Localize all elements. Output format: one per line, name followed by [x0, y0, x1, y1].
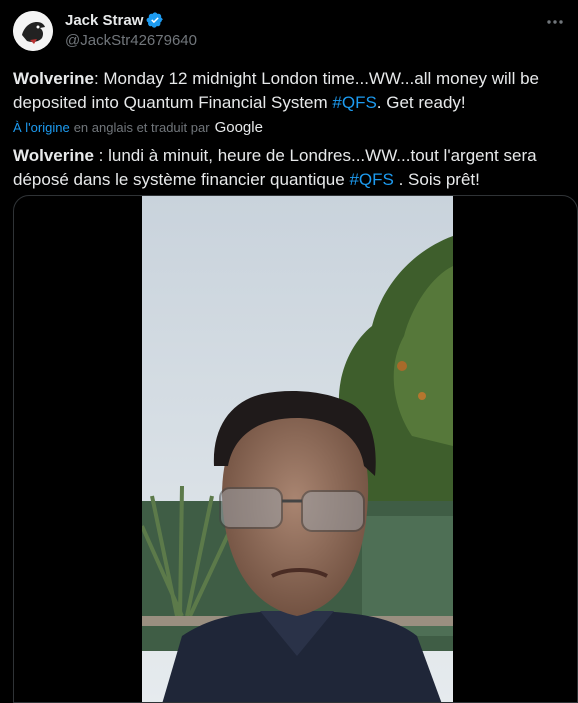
translated-tail: . Sois prêt!: [393, 170, 480, 189]
hashtag-link-translated[interactable]: #QFS: [349, 170, 393, 189]
video-player[interactable]: [13, 195, 578, 703]
video-thumbnail: [142, 196, 453, 702]
author-handle[interactable]: @JackStr42679640: [65, 32, 197, 49]
original-tail: . Get ready!: [376, 93, 466, 112]
original-lead: Wolverine: [13, 69, 94, 88]
author-name-row: Jack Straw: [65, 11, 164, 29]
verified-badge-icon: [146, 12, 164, 28]
author-avatar[interactable]: [13, 11, 53, 51]
more-options-icon[interactable]: [545, 12, 565, 32]
raven-avatar-icon: [13, 11, 53, 51]
hashtag-link[interactable]: #QFS: [332, 93, 376, 112]
video-frame-image: [142, 196, 453, 702]
tweet-header: Jack Straw @JackStr42679640: [13, 10, 565, 52]
show-original-link[interactable]: À l'origine: [13, 120, 70, 135]
tweet-translated-text: Wolverine : lundi à minuit, heure de Lon…: [13, 144, 573, 192]
author-display-name[interactable]: Jack Straw: [65, 12, 143, 29]
tweet-original-text: Wolverine: Monday 12 midnight London tim…: [13, 67, 573, 115]
translation-label: en anglais et traduit par: [73, 119, 210, 135]
google-logo: Google: [214, 118, 263, 136]
translation-attribution: À l'origine en anglais et traduit par Go…: [13, 118, 263, 136]
translated-lead: Wolverine: [13, 146, 94, 165]
